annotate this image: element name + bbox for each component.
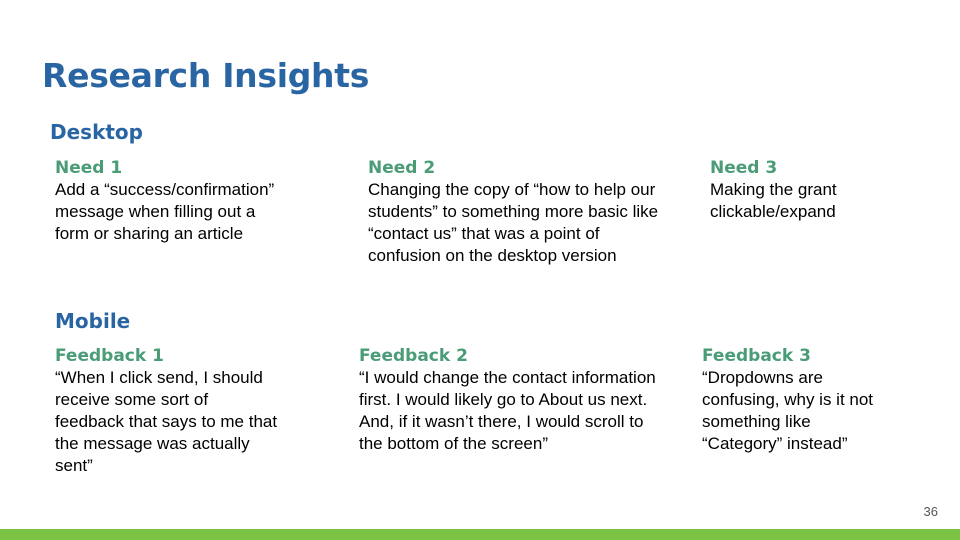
need-1-text: Add a “success/confirmation” message whe… [55,180,275,243]
desktop-need-1: Need 1 Add a “success/confirmation” mess… [55,157,285,245]
feedback-3-label: Feedback 3 [702,346,811,366]
feedback-3-text: “Dropdowns are confusing, why is it not … [702,368,874,453]
desktop-heading: Desktop [50,120,143,144]
slide-title: Research Insights [42,56,370,95]
feedback-2-text: “I would change the contact information … [359,368,656,453]
mobile-heading: Mobile [55,309,131,333]
need-2-label: Need 2 [368,158,436,178]
mobile-feedback-2: Feedback 2 “I would change the contact i… [359,345,669,455]
page-number: 36 [923,504,938,519]
need-1-label: Need 1 [55,158,123,178]
mobile-feedback-3: Feedback 3 “Dropdowns are confusing, why… [702,345,877,455]
need-3-label: Need 3 [710,158,778,178]
desktop-need-3: Need 3 Making the grant clickable/expand [710,157,880,223]
mobile-feedback-1: Feedback 1 “When I click send, I should … [55,345,280,477]
feedback-1-text: “When I click send, I should receive som… [55,368,278,475]
need-3-text: Making the grant clickable/expand [710,180,837,221]
feedback-1-label: Feedback 1 [55,346,164,366]
bottom-accent-bar [0,529,960,540]
desktop-need-2: Need 2 Changing the copy of “how to help… [368,157,668,267]
need-2-text: Changing the copy of “how to help our st… [368,180,659,265]
feedback-2-label: Feedback 2 [359,346,468,366]
